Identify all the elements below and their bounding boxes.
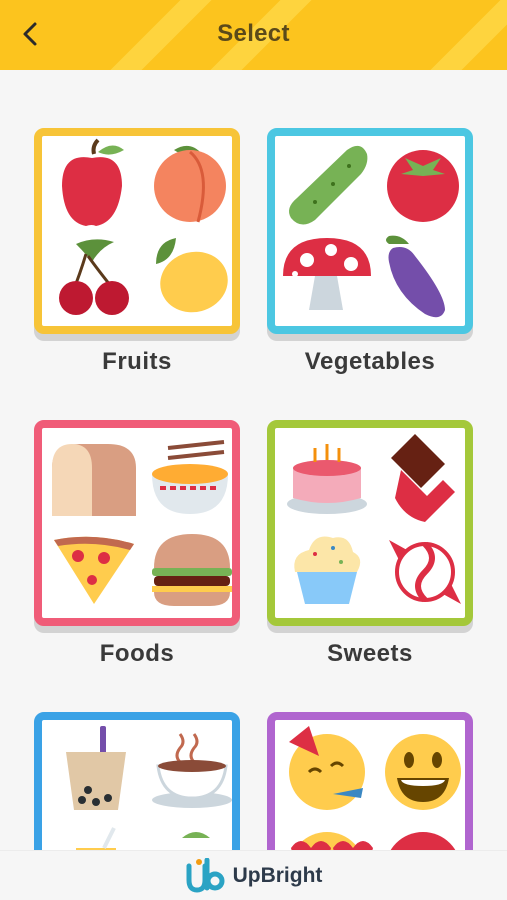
brand-name: UpBright xyxy=(232,863,323,887)
category-card xyxy=(34,420,240,626)
bread-icon xyxy=(52,444,136,516)
bubble-tea-icon xyxy=(66,726,126,810)
category-tile-fruits[interactable]: Fruits xyxy=(34,128,240,376)
apple-icon xyxy=(62,138,124,226)
hot-beverage-icon xyxy=(152,733,232,808)
cherries-icon xyxy=(59,239,129,315)
tomato-icon xyxy=(387,150,459,222)
category-tile-vegetables[interactable]: Vegetables xyxy=(267,128,473,376)
eggplant-icon xyxy=(386,235,445,318)
category-card xyxy=(267,128,473,334)
hamburger-icon xyxy=(152,534,232,606)
candy-icon xyxy=(389,540,461,604)
lemon-icon xyxy=(156,238,228,313)
category-tile-foods[interactable]: Foods xyxy=(34,420,240,668)
noodle-bowl-icon xyxy=(152,440,228,514)
category-label: Vegetables xyxy=(304,348,436,375)
peach-icon xyxy=(154,145,226,223)
category-card xyxy=(267,420,473,626)
category-tile-sweets[interactable]: Sweets xyxy=(267,420,473,668)
category-label: Fruits xyxy=(102,348,172,375)
pizza-icon xyxy=(54,536,134,604)
grinning-face-icon xyxy=(385,734,461,810)
page-title: Select xyxy=(217,20,290,47)
footer: UpBright xyxy=(0,850,507,900)
category-grid: Fruits Vegetables Foods Sweets xyxy=(0,0,507,900)
cucumber-icon xyxy=(289,145,368,225)
app-header: Select xyxy=(0,0,507,70)
partying-face-icon xyxy=(289,726,365,810)
category-label: Sweets xyxy=(327,640,413,667)
category-card xyxy=(34,128,240,334)
brand-logo: UpBright xyxy=(185,857,323,894)
mushroom-icon xyxy=(283,238,371,310)
cake-icon xyxy=(287,444,367,514)
upbright-logo-icon xyxy=(186,857,225,893)
cupcake-icon xyxy=(294,536,361,604)
category-label: Foods xyxy=(99,640,175,667)
chocolate-bar-icon xyxy=(391,434,455,522)
